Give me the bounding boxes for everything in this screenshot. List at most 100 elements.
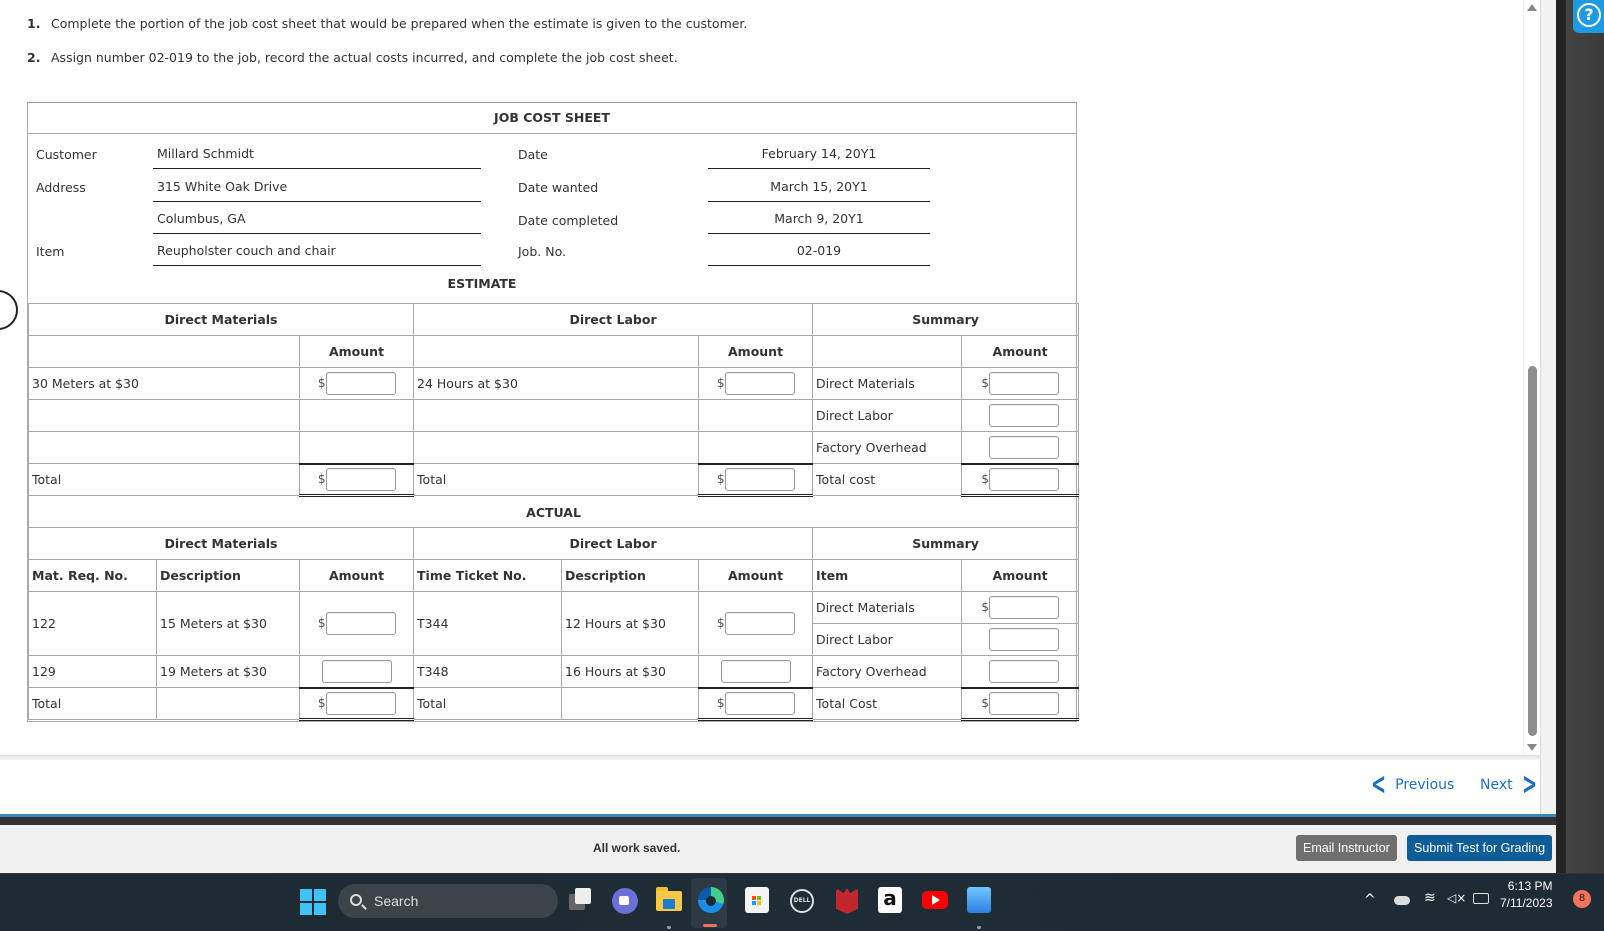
microsoft-store-icon[interactable]	[745, 887, 769, 913]
show-hidden-icons-icon[interactable]: ^	[1364, 892, 1376, 908]
estimate-summary-dl-input[interactable]	[989, 404, 1060, 427]
blank-cell	[298, 399, 415, 432]
vertical-scrollbar[interactable]	[1523, 0, 1540, 758]
customer-value: Millard Schmidt	[153, 136, 481, 169]
search-icon	[350, 894, 362, 906]
actual-summary-header: Summary	[812, 527, 1080, 560]
estimate-total-cost-label: Total cost	[812, 463, 963, 496]
actual-summary-dl-input[interactable]	[989, 628, 1060, 651]
actual-dm-amount-input-1[interactable]	[325, 612, 396, 635]
next-label: Next	[1480, 777, 1513, 793]
actual-dm-amount-input-2[interactable]	[321, 659, 392, 683]
amount-header: Amount	[698, 335, 814, 368]
summary-amount-header: Amount	[961, 559, 1080, 592]
mat-req-no: 122	[28, 591, 157, 656]
date-label: Date	[518, 147, 548, 162]
estimate-dm-row	[28, 431, 300, 464]
save-status: All work saved.	[593, 841, 681, 855]
running-indicator	[667, 926, 671, 929]
date-completed-value: March 9, 20Y1	[708, 201, 930, 234]
estimate-dl-row	[413, 399, 700, 432]
estimate-summary-dm-input[interactable]	[989, 372, 1060, 395]
taskbar-search-input[interactable]: Search	[338, 884, 558, 918]
question-nav: < Previous Next >	[0, 760, 1540, 814]
onedrive-icon[interactable]	[1394, 896, 1410, 905]
wifi-icon[interactable]: ≋	[1424, 890, 1436, 906]
next-button[interactable]: Next >	[1480, 770, 1542, 800]
page: 1. Complete the portion of the job cost s…	[0, 0, 1604, 931]
blank-cell	[156, 687, 300, 720]
scroll-up-arrow-icon[interactable]	[1527, 4, 1537, 11]
actual-summary-dm-input[interactable]	[989, 596, 1060, 619]
content-area: 1. Complete the portion of the job cost s…	[0, 0, 1540, 758]
side-panel	[1556, 0, 1604, 873]
blank-cell	[561, 687, 700, 720]
active-indicator	[703, 924, 717, 927]
date-value: February 14, 20Y1	[708, 136, 930, 169]
scrollbar-thumb[interactable]	[1528, 366, 1537, 736]
actual-dm-total-input[interactable]	[325, 691, 396, 715]
amount-header: Amount	[298, 335, 415, 368]
currency-symbol: $	[716, 471, 725, 486]
dm-description-header: Description	[156, 559, 300, 592]
dm-amount-header: Amount	[298, 559, 415, 592]
job-no-label: Job. No.	[518, 244, 566, 259]
file-explorer-icon[interactable]	[656, 887, 682, 911]
help-icon: ?	[1577, 3, 1601, 27]
actual-dl-amount-input-2[interactable]	[720, 659, 791, 683]
dell-icon[interactable]: DELL	[790, 889, 814, 913]
time-ticket-no: T348	[413, 655, 563, 688]
teams-meet-icon[interactable]	[612, 888, 638, 914]
currency-symbol: $	[716, 695, 725, 710]
estimate-summary-foh-label: Factory Overhead	[812, 431, 963, 464]
photos-icon[interactable]	[967, 887, 991, 913]
mat-req-header: Mat. Req. No.	[28, 559, 157, 592]
notification-badge[interactable]: 8	[1573, 890, 1591, 908]
estimate-dl-total-label: Total	[413, 463, 700, 496]
previous-button[interactable]: < Previous	[1366, 770, 1454, 800]
taskbar: Search DELL a ^ ≋ ◁× 6:13 PM 7/11/2023 8	[0, 873, 1604, 931]
volume-muted-icon[interactable]: ◁×	[1447, 891, 1466, 905]
edge-browser-icon[interactable]	[698, 887, 724, 913]
battery-icon[interactable]	[1473, 893, 1489, 904]
estimate-summary-dm-label: Direct Materials	[812, 367, 963, 400]
estimate-dl-total-input[interactable]	[724, 467, 795, 491]
dl-description: 12 Hours at $30	[561, 591, 700, 656]
actual-dl-header: Direct Labor	[413, 527, 814, 560]
estimate-dm-total-input[interactable]	[325, 467, 396, 491]
blank-cell	[698, 431, 814, 464]
blank-cell	[698, 399, 814, 432]
scroll-down-arrow-icon[interactable]	[1527, 744, 1537, 751]
clock[interactable]: 6:13 PM 7/11/2023	[1500, 878, 1553, 912]
estimate-total-cost-input[interactable]	[989, 467, 1060, 491]
estimate-summary-foh-input[interactable]	[989, 435, 1060, 459]
submit-test-button[interactable]: Submit Test for Grading	[1407, 835, 1553, 861]
windows-start-icon[interactable]	[300, 889, 326, 915]
youtube-icon[interactable]	[922, 891, 948, 909]
partial-circle-icon	[0, 290, 18, 330]
estimate-dm-amount-input[interactable]	[325, 372, 396, 395]
sheet-header: Customer Millard Schmidt Address 315 Whi…	[28, 134, 1076, 277]
estimate-dl-header: Direct Labor	[413, 303, 814, 336]
estimate-dl-amount-input[interactable]	[724, 372, 795, 395]
item-header: Item	[812, 559, 963, 592]
actual-dl-total-input[interactable]	[724, 691, 795, 715]
job-no-value: 02-019	[708, 233, 930, 266]
actual-summary-foh-input[interactable]	[989, 659, 1060, 683]
estimate-table: Direct Materials Direct Labor Summary Am…	[27, 303, 1080, 721]
amazon-icon[interactable]: a	[878, 887, 902, 913]
running-indicator	[977, 926, 981, 929]
instruction-number: 2.	[27, 50, 41, 65]
search-placeholder: Search	[374, 893, 419, 909]
item-value: Reupholster couch and chair	[153, 233, 481, 266]
currency-symbol: $	[981, 471, 990, 486]
mcafee-icon[interactable]	[836, 888, 858, 914]
blank-cell	[28, 335, 300, 368]
task-view-icon[interactable]	[569, 888, 593, 912]
instruction-text: Complete the portion of the job cost she…	[51, 16, 748, 31]
help-button[interactable]: ?	[1573, 0, 1604, 33]
email-instructor-button[interactable]: Email Instructor	[1296, 835, 1397, 861]
actual-total-cost-input[interactable]	[989, 691, 1060, 715]
actual-dl-amount-input-1[interactable]	[724, 612, 795, 635]
dm-description: 19 Meters at $30	[156, 655, 300, 688]
